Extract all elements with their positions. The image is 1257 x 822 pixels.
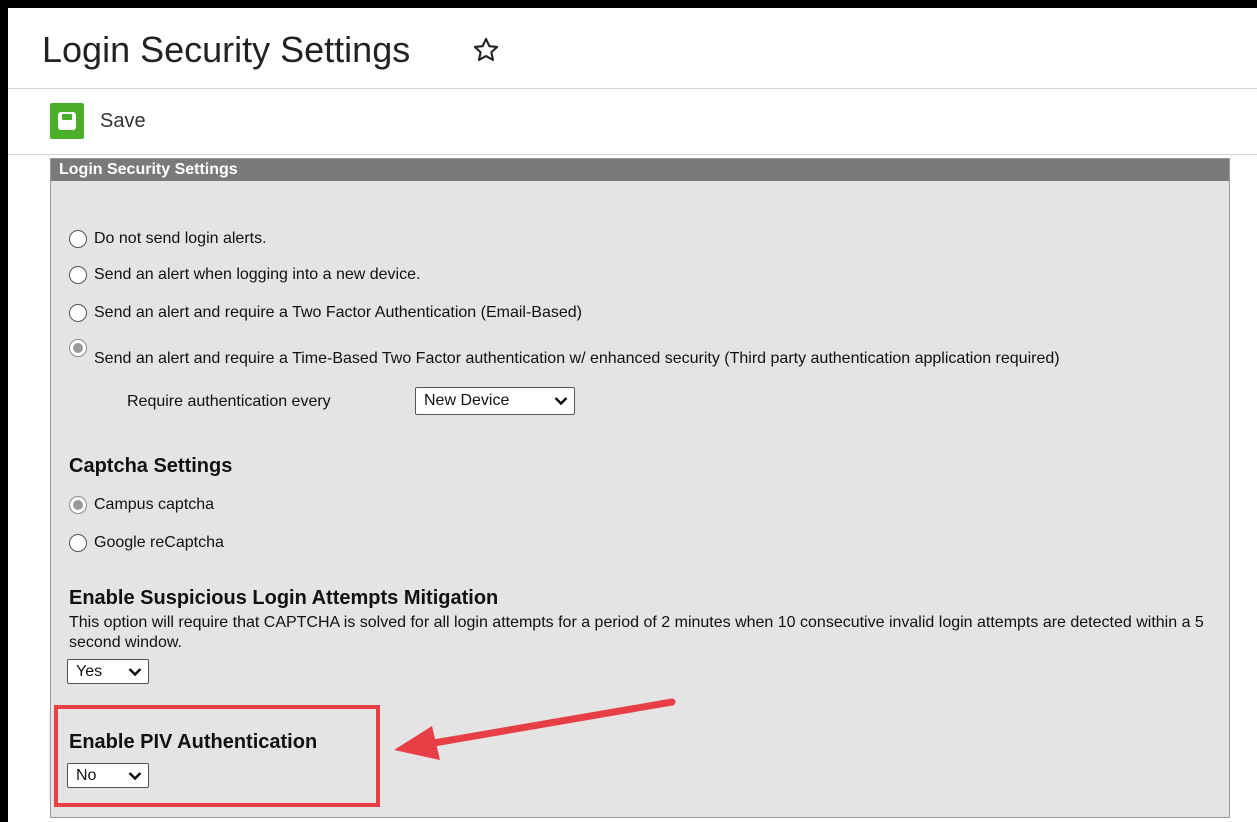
- highlight-box: [54, 705, 380, 807]
- page-header: Login Security Settings: [8, 8, 1257, 89]
- suspicious-login-description: This option will require that CAPTCHA is…: [69, 614, 1204, 651]
- radio-label: Do not send login alerts.: [94, 230, 267, 247]
- radio-label: Send an alert when logging into a new de…: [94, 266, 421, 283]
- radio-button[interactable]: [69, 230, 87, 248]
- require-auth-select[interactable]: New Device: [415, 387, 575, 415]
- page-title: Login Security Settings: [42, 29, 411, 70]
- save-label: Save: [100, 109, 146, 132]
- radio-label: Campus captcha: [94, 496, 215, 513]
- save-button[interactable]: Save: [50, 103, 146, 139]
- app-window: Login Security Settings Save Login Secur…: [8, 8, 1257, 822]
- radio-button[interactable]: [69, 496, 87, 514]
- require-auth-label: Require authentication every: [127, 393, 331, 410]
- chevron-down-icon: [554, 397, 568, 406]
- suspicious-login-title: Enable Suspicious Login Attempts Mitigat…: [69, 587, 499, 609]
- chevron-down-icon: [128, 667, 142, 676]
- radio-label-time-based: Send an alert and require a Time-Based T…: [94, 350, 1060, 367]
- star-icon[interactable]: [472, 36, 500, 64]
- radio-no-login-alerts[interactable]: Do not send login alerts.: [69, 229, 267, 249]
- radio-button[interactable]: [69, 266, 87, 284]
- radio-button[interactable]: [69, 534, 87, 552]
- radio-label: Google reCaptcha: [94, 534, 224, 551]
- suspicious-login-select[interactable]: Yes: [67, 659, 149, 684]
- radio-campus-captcha[interactable]: Campus captcha: [69, 495, 214, 515]
- toolbar: Save: [8, 89, 1257, 155]
- radio-google-recaptcha[interactable]: Google reCaptcha: [69, 533, 224, 553]
- panel-header: Login Security Settings: [51, 159, 1229, 181]
- annotation-arrow-icon: [394, 698, 676, 760]
- radio-alert-new-device[interactable]: Send an alert when logging into a new de…: [69, 265, 420, 285]
- captcha-settings-title: Captcha Settings: [69, 455, 233, 477]
- save-icon: [50, 103, 84, 139]
- radio-label: Send an alert and require a Two Factor A…: [94, 304, 582, 321]
- radio-alert-2fa-email[interactable]: Send an alert and require a Two Factor A…: [69, 303, 582, 323]
- radio-button[interactable]: [69, 304, 87, 322]
